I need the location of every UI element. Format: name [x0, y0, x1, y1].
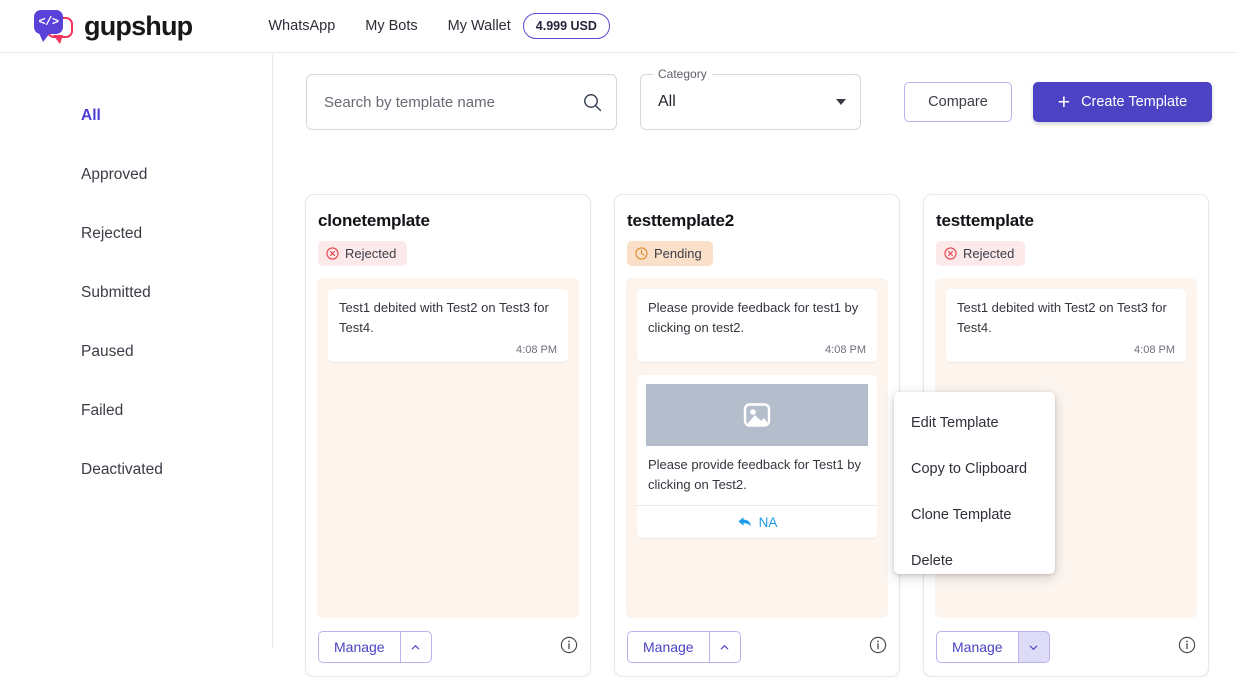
image-placeholder — [646, 384, 868, 446]
chat-message-text: Please provide feedback for test1 by cli… — [648, 300, 859, 335]
chevron-down-icon — [1029, 645, 1038, 650]
sidebar-item-approved[interactable]: Approved — [0, 145, 272, 204]
chat-media-bubble: Please provide feedback for Test1 by cli… — [637, 375, 877, 538]
circle-x-icon — [944, 247, 957, 260]
reply-arrow-icon — [738, 517, 751, 527]
card-footer: Manage — [306, 618, 590, 676]
reply-label: NA — [758, 514, 778, 530]
create-template-label: Create Template — [1081, 94, 1188, 110]
chat-message-bubble: Please provide feedback for test1 by cli… — [637, 289, 877, 362]
info-icon[interactable] — [869, 636, 887, 659]
template-title: clonetemplate — [318, 211, 430, 230]
code-bubble-icon: </> — [34, 10, 63, 42]
chevron-up-icon — [720, 644, 729, 649]
sidebar-item-submitted[interactable]: Submitted — [0, 263, 272, 322]
template-card[interactable]: testtemplate2 Pending Please provide fee… — [614, 194, 900, 677]
nav-link-my-wallet[interactable]: My Wallet — [448, 18, 511, 34]
status-badge-label: Rejected — [963, 246, 1015, 261]
chat-message-text: Test1 debited with Test2 on Test3 for Te… — [339, 300, 549, 335]
manage-button[interactable]: Manage — [627, 631, 709, 663]
info-icon[interactable] — [560, 636, 578, 659]
circle-x-icon — [326, 247, 339, 260]
image-placeholder-icon — [743, 403, 771, 427]
manage-chevron-up-button[interactable] — [399, 631, 432, 663]
manage-button-group: Manage — [318, 631, 432, 663]
chat-message-bubble: Test1 debited with Test2 on Test3 for Te… — [946, 289, 1186, 362]
manage-dropdown-menu: Edit Template Copy to Clipboard Clone Te… — [894, 392, 1055, 574]
chat-message-bubble: Test1 debited with Test2 on Test3 for Te… — [328, 289, 568, 362]
template-title: testtemplate2 — [627, 211, 734, 230]
card-footer: Manage — [924, 618, 1208, 676]
wallet-balance-badge[interactable]: 4.999 USD — [522, 13, 610, 39]
chat-message-time: 4:08 PM — [825, 344, 866, 356]
menu-item-edit-template[interactable]: Edit Template — [894, 400, 1055, 446]
chat-message-text: Test1 debited with Test2 on Test3 for Te… — [957, 300, 1167, 335]
primary-nav: WhatsApp My Bots My Wallet 4.999 USD — [268, 13, 610, 39]
nav-link-whatsapp[interactable]: WhatsApp — [268, 18, 335, 34]
manage-chevron-up-button[interactable] — [708, 631, 741, 663]
menu-item-copy-to-clipboard[interactable]: Copy to Clipboard — [894, 446, 1055, 492]
menu-item-delete[interactable]: Delete — [894, 538, 1055, 584]
status-badge-label: Rejected — [345, 246, 397, 261]
nav-link-my-bots[interactable]: My Bots — [365, 18, 417, 34]
template-card[interactable]: clonetemplate Rejected Test1 debited wit… — [305, 194, 591, 677]
search-box[interactable] — [306, 74, 617, 130]
status-badge: Pending — [627, 241, 713, 266]
manage-chevron-down-button[interactable] — [1017, 631, 1050, 663]
manage-button-group: Manage — [936, 631, 1050, 663]
search-icon[interactable] — [583, 93, 602, 112]
sidebar-item-failed[interactable]: Failed — [0, 381, 272, 440]
card-footer: Manage — [615, 618, 899, 676]
reply-button[interactable]: NA — [637, 505, 877, 538]
gupshup-logo-icon: </> — [31, 8, 79, 44]
manage-button[interactable]: Manage — [318, 631, 400, 663]
chat-media-text: Please provide feedback for Test1 by cli… — [648, 457, 861, 492]
template-card-grid: clonetemplate Rejected Test1 debited wit… — [305, 194, 1209, 677]
template-title: testtemplate — [936, 211, 1034, 230]
sidebar-item-deactivated[interactable]: Deactivated — [0, 440, 272, 499]
compare-button[interactable]: Compare — [904, 82, 1012, 122]
status-badge-label: Pending — [654, 246, 702, 261]
sidebar-item-rejected[interactable]: Rejected — [0, 204, 272, 263]
category-label: Category — [653, 67, 712, 81]
main-content: Category All Compare + Create Template c… — [274, 54, 1237, 677]
chat-message-time: 4:08 PM — [1134, 344, 1175, 356]
sidebar-item-paused[interactable]: Paused — [0, 322, 272, 381]
chevron-down-icon[interactable] — [836, 99, 846, 105]
search-input[interactable] — [324, 93, 583, 111]
category-select[interactable]: Category All — [640, 67, 861, 130]
clock-icon — [635, 247, 648, 260]
brand-name: gupshup — [84, 10, 193, 41]
create-template-button[interactable]: + Create Template — [1033, 82, 1212, 122]
top-navbar: </> gupshup WhatsApp My Bots My Wallet 4… — [0, 0, 1237, 53]
template-preview-chat: Please provide feedback for test1 by cli… — [626, 278, 888, 618]
brand-logo[interactable]: </> gupshup — [31, 8, 193, 44]
manage-button[interactable]: Manage — [936, 631, 1018, 663]
wallet-group: My Wallet 4.999 USD — [448, 13, 610, 39]
manage-button-group: Manage — [627, 631, 741, 663]
sidebar-item-all[interactable]: All — [0, 86, 272, 145]
template-preview-chat: Test1 debited with Test2 on Test3 for Te… — [317, 278, 579, 618]
status-badge: Rejected — [936, 241, 1026, 266]
plus-icon: + — [1057, 90, 1071, 114]
category-selected-value: All — [658, 93, 676, 110]
info-icon[interactable] — [1178, 636, 1196, 659]
chat-message-time: 4:08 PM — [516, 344, 557, 356]
templates-toolbar: Category All Compare + Create Template — [306, 67, 1224, 130]
menu-item-clone-template[interactable]: Clone Template — [894, 492, 1055, 538]
chevron-up-icon — [411, 644, 420, 649]
sidebar: All Approved Rejected Submitted Paused F… — [0, 54, 273, 649]
status-badge: Rejected — [318, 241, 408, 266]
